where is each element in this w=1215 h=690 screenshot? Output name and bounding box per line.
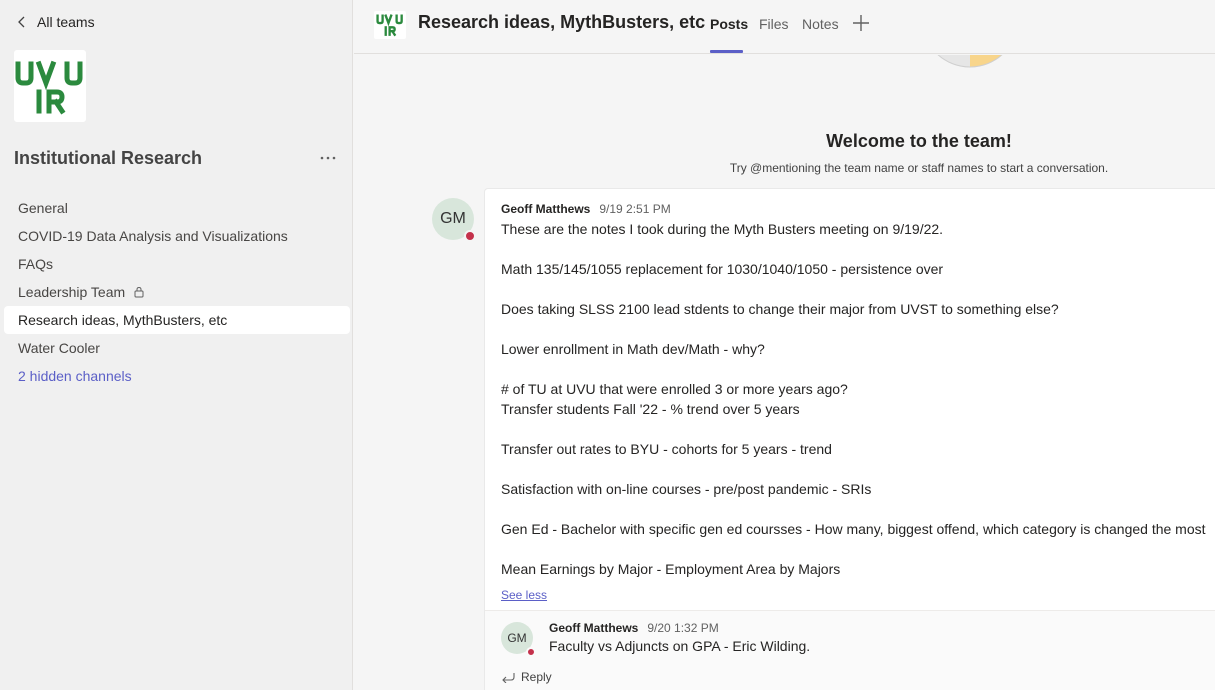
channel-label: COVID-19 Data Analysis and Visualization… — [18, 228, 288, 244]
post-line: Transfer out rates to BYU - cohorts for … — [501, 441, 832, 457]
reply-thread: GM Geoff Matthews 9/20 1:32 PM Faculty vs… — [485, 610, 1215, 690]
channel-research-ideas[interactable]: Research ideas, MythBusters, etc — [4, 306, 350, 334]
channel-covid-19[interactable]: COVID-19 Data Analysis and Visualization… — [4, 222, 350, 250]
reply-timestamp: 9/20 1:32 PM — [647, 621, 719, 635]
post-line: Mean Earnings by Major - Employment Area… — [501, 561, 841, 577]
post-line — [501, 539, 1215, 559]
post-line: Gen Ed - Bachelor with specific gen ed c… — [501, 521, 1206, 537]
post-line: # of TU at UVU that were enrolled 3 or m… — [501, 381, 848, 397]
post-line — [501, 499, 1215, 519]
post-line: Math 135/145/1055 replacement for 1030/1… — [501, 261, 944, 277]
post-line: Transfer students Fall '22 - % trend ove… — [501, 401, 800, 417]
welcome-title: Welcome to the team! — [826, 131, 1012, 151]
channel-general[interactable]: General — [4, 194, 350, 222]
post-timestamp: 9/19 2:51 PM — [599, 202, 671, 216]
avatar[interactable]: GM — [432, 198, 476, 242]
avatar-initials: GM — [507, 631, 527, 645]
reply-label: Reply — [521, 670, 552, 684]
hidden-channels-link[interactable]: 2 hidden channels — [4, 362, 350, 390]
reply-button[interactable]: Reply — [501, 670, 552, 684]
reply-meta: Geoff Matthews 9/20 1:32 PM — [549, 621, 719, 635]
post-meta: Geoff Matthews 9/19 2:51 PM — [501, 202, 671, 216]
conversation-pane[interactable]: Welcome to the team! Try @mentioning the… — [354, 55, 1215, 690]
post-line — [501, 359, 1215, 379]
channel-label: General — [18, 200, 68, 216]
channel-list: General COVID-19 Data Analysis and Visua… — [4, 194, 350, 390]
welcome-subtitle: Try @mentioning the team name or staff n… — [729, 161, 1109, 175]
uvu-ir-logo — [15, 60, 83, 115]
chevron-left-icon — [18, 16, 25, 28]
post-line — [501, 419, 1215, 439]
post-line — [501, 239, 1215, 259]
post-line: These are the notes I took during the My… — [501, 221, 944, 237]
hidden-channels-label: 2 hidden channels — [18, 368, 132, 384]
avatar[interactable]: GM — [501, 622, 536, 657]
busy-status-icon — [464, 230, 476, 242]
channel-label: Water Cooler — [18, 340, 100, 356]
tab-notes[interactable]: Notes — [802, 16, 839, 32]
reply-author[interactable]: Geoff Matthews — [549, 621, 638, 635]
post-line — [501, 279, 1215, 299]
post-line: Lower enrollment in Math dev/Math - why? — [501, 341, 765, 357]
team-sidebar: All teams Institutional Research General… — [0, 0, 353, 690]
team-more-options-button[interactable] — [318, 148, 338, 168]
tab-posts[interactable]: Posts — [710, 16, 748, 32]
post-body: These are the notes I took during the My… — [501, 219, 1215, 579]
welcome-illustration — [937, 55, 1003, 68]
all-teams-label: All teams — [37, 14, 95, 30]
channel-header: Research ideas, MythBusters, etc Posts F… — [354, 0, 1215, 54]
uvu-ir-logo-small — [376, 14, 403, 37]
avatar-initials: GM — [440, 210, 466, 227]
reply-text: Faculty vs Adjuncts on GPA - Eric Wildin… — [549, 638, 811, 654]
add-tab-icon[interactable] — [852, 14, 870, 32]
channel-faqs[interactable]: FAQs — [4, 250, 350, 278]
lock-icon — [134, 286, 144, 298]
tab-files[interactable]: Files — [759, 16, 789, 32]
channel-label: Research ideas, MythBusters, etc — [18, 312, 228, 328]
post-line: Does taking SLSS 2100 lead stdents to ch… — [501, 301, 1059, 317]
reply-arrow-icon — [502, 673, 515, 683]
team-name: Institutional Research — [14, 148, 203, 168]
channel-team-logo — [374, 11, 406, 39]
active-tab-indicator — [710, 50, 743, 53]
ellipsis-icon — [320, 156, 336, 160]
all-teams-back-link[interactable]: All teams — [14, 12, 95, 32]
post-line: Satisfaction with on-line courses - pre/… — [501, 481, 872, 497]
post-line — [501, 459, 1215, 479]
channel-label: Leadership Team — [18, 284, 126, 300]
channel-water-cooler[interactable]: Water Cooler — [4, 334, 350, 362]
post-line — [501, 319, 1215, 339]
post-author[interactable]: Geoff Matthews — [501, 202, 590, 216]
team-logo[interactable] — [14, 50, 86, 122]
post-message[interactable]: Geoff Matthews 9/19 2:51 PM These are the… — [484, 188, 1215, 690]
channel-title: Research ideas, MythBusters, etc — [418, 12, 706, 32]
busy-status-icon — [526, 647, 536, 657]
channel-label: FAQs — [18, 256, 54, 272]
see-less-link[interactable]: See less — [501, 588, 547, 602]
channel-leadership-team[interactable]: Leadership Team — [4, 278, 350, 306]
